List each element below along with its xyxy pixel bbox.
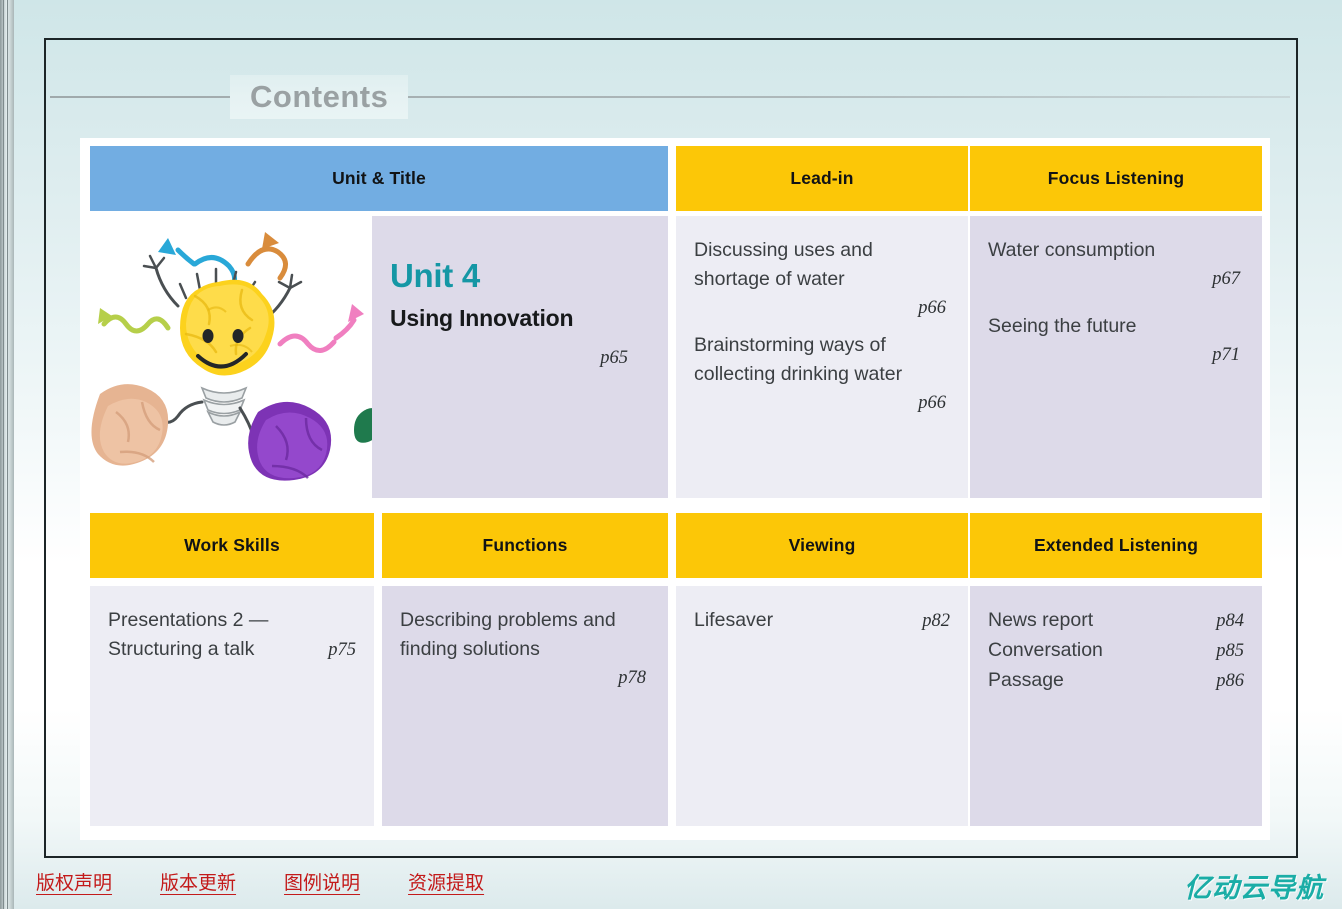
site-watermark: 亿动云导航 bbox=[1184, 873, 1324, 904]
functions-entry-text: Describing problems and finding solution… bbox=[400, 609, 616, 660]
header-viewing[interactable]: Viewing bbox=[676, 513, 968, 578]
viewing-entry-text: Lifesaver bbox=[694, 609, 774, 631]
focus-listening-cell[interactable]: Water consumption p67 Seeing the future … bbox=[970, 216, 1262, 498]
spine-line-1 bbox=[3, 0, 4, 909]
focus-listening-entry-text: Water consumption bbox=[988, 239, 1156, 261]
page-title: Contents bbox=[230, 75, 409, 119]
unit-illustration bbox=[90, 216, 372, 498]
work-skills-cell[interactable]: Presentations 2 — Structuring a talk p75 bbox=[90, 586, 374, 826]
unit-number: Unit 4 bbox=[390, 257, 480, 294]
unit-name: Using Innovation bbox=[390, 305, 574, 331]
viewing-entry: Lifesaver p82 bbox=[694, 606, 950, 636]
work-skills-entry-line2: Structuring a talk bbox=[108, 638, 255, 660]
footer-link-legend[interactable]: 图例说明 bbox=[284, 868, 360, 895]
lead-in-cell[interactable]: Discussing uses and shortage of water p6… bbox=[676, 216, 968, 498]
extended-listening-cell[interactable]: News report p84 Conversation p85 Passage… bbox=[970, 586, 1262, 826]
functions-entry: Describing problems and finding solution… bbox=[400, 606, 650, 693]
extended-listening-entry-text: Conversation bbox=[988, 639, 1103, 661]
focus-listening-entry: Water consumption p67 bbox=[988, 236, 1244, 294]
footer-link-copyright[interactable]: 版权声明 bbox=[36, 868, 112, 895]
contents-card: Unit & Title Lead-in Focus Listening Uni… bbox=[80, 138, 1270, 840]
extended-listening-entry: Passage p86 bbox=[988, 666, 1244, 696]
lead-in-entry-text: Discussing uses and shortage of water bbox=[694, 239, 873, 290]
lead-in-entry-page: p66 bbox=[918, 393, 946, 413]
footer-link-resource-extract[interactable]: 资源提取 bbox=[408, 868, 484, 895]
lead-in-entry-page: p66 bbox=[918, 298, 946, 318]
crumpled-paper-lightbulb-icon bbox=[90, 216, 372, 498]
lead-in-entry: Brainstorming ways of collecting drinkin… bbox=[694, 331, 950, 418]
footer-link-version-update[interactable]: 版本更新 bbox=[160, 868, 236, 895]
viewing-cell[interactable]: Lifesaver p82 bbox=[676, 586, 968, 826]
left-spine bbox=[0, 0, 14, 909]
header-unit-title[interactable]: Unit & Title bbox=[90, 146, 668, 211]
unit-title-cell[interactable]: Unit 4 Using Innovation p65 bbox=[372, 216, 668, 498]
contents-heading-band: Contents bbox=[50, 75, 1290, 119]
header-lead-in-label: Lead-in bbox=[790, 168, 854, 188]
lead-in-entry: Discussing uses and shortage of water p6… bbox=[694, 236, 950, 323]
header-work-skills-label: Work Skills bbox=[184, 535, 280, 555]
viewing-entry-page: p82 bbox=[922, 611, 950, 631]
header-work-skills[interactable]: Work Skills bbox=[90, 513, 374, 578]
header-viewing-label: Viewing bbox=[788, 535, 856, 555]
header-focus-listening-label: Focus Listening bbox=[1047, 168, 1185, 188]
spine-line-2 bbox=[7, 0, 8, 909]
extended-listening-entry: News report p84 bbox=[988, 606, 1244, 636]
extended-listening-entry: Conversation p85 bbox=[988, 636, 1244, 666]
lead-in-entry-text: Brainstorming ways of collecting drinkin… bbox=[694, 334, 903, 385]
focus-listening-entry: Seeing the future p71 bbox=[988, 312, 1244, 370]
work-skills-entry-page: p75 bbox=[328, 640, 356, 660]
extended-listening-entry-page: p84 bbox=[1216, 611, 1244, 631]
header-unit-title-label: Unit & Title bbox=[332, 168, 426, 188]
focus-listening-entry-page: p67 bbox=[1212, 269, 1240, 289]
extended-listening-entry-text: News report bbox=[988, 609, 1094, 631]
header-lead-in[interactable]: Lead-in bbox=[676, 146, 968, 211]
header-extended-listening[interactable]: Extended Listening bbox=[970, 513, 1262, 578]
extended-listening-entry-page: p86 bbox=[1216, 671, 1244, 691]
functions-entry-page: p78 bbox=[618, 668, 646, 688]
header-extended-listening-label: Extended Listening bbox=[1033, 535, 1199, 555]
header-functions[interactable]: Functions bbox=[382, 513, 668, 578]
extended-listening-entry-text: Passage bbox=[988, 669, 1064, 691]
unit-page: p65 bbox=[600, 348, 628, 368]
footer-links: 版权声明 版本更新 图例说明 资源提取 bbox=[36, 868, 484, 895]
work-skills-entry-line1: Presentations 2 — bbox=[108, 609, 269, 631]
extended-listening-entry-page: p85 bbox=[1216, 641, 1244, 661]
header-focus-listening[interactable]: Focus Listening bbox=[970, 146, 1262, 211]
header-functions-label: Functions bbox=[482, 535, 568, 555]
work-skills-entry: Presentations 2 — Structuring a talk p75 bbox=[108, 606, 356, 665]
focus-listening-entry-page: p71 bbox=[1212, 345, 1240, 365]
functions-cell[interactable]: Describing problems and finding solution… bbox=[382, 586, 668, 826]
focus-listening-entry-text: Seeing the future bbox=[988, 315, 1137, 337]
